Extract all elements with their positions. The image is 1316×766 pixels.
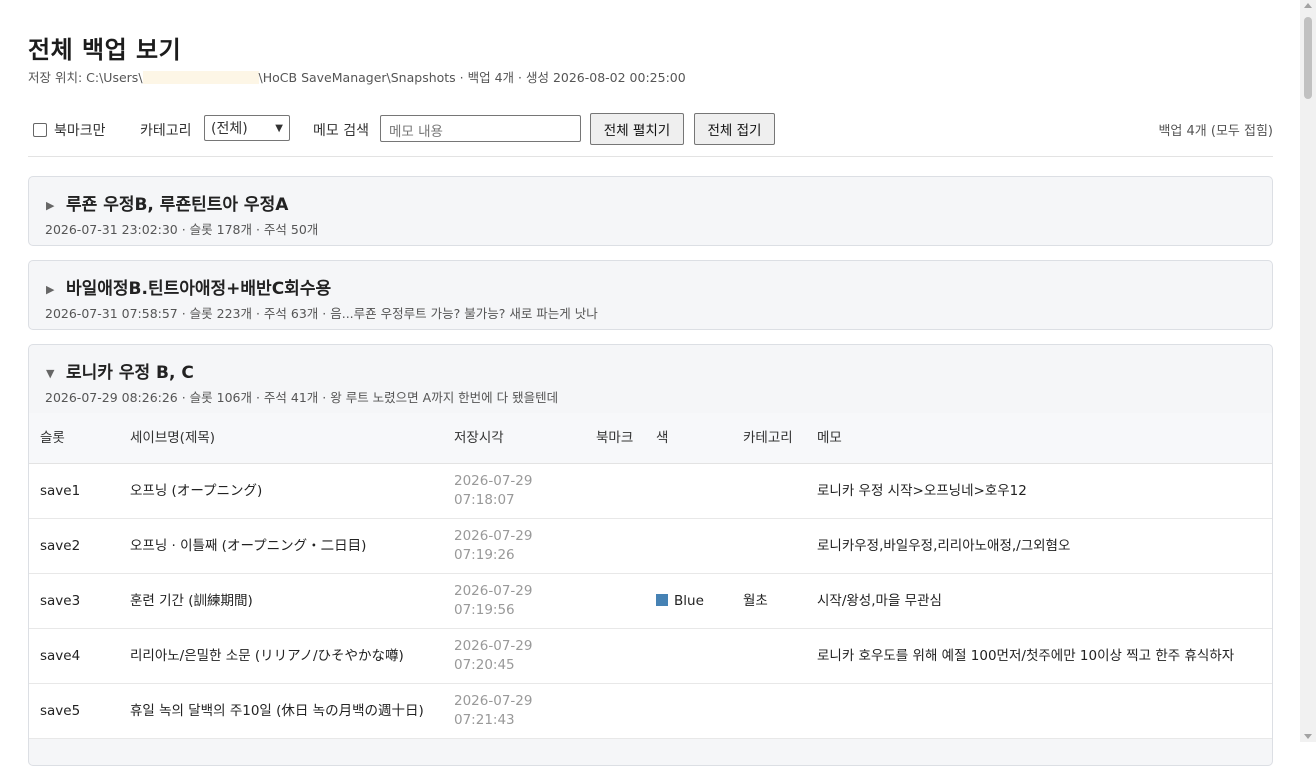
caret-down-icon: ▼ bbox=[46, 367, 55, 380]
color-cell: Blue bbox=[645, 573, 732, 629]
memo-cell: 시작/왕성,마을 무관심 bbox=[806, 573, 1272, 629]
color-swatch bbox=[656, 593, 668, 606]
bookmark-cell bbox=[585, 518, 645, 574]
backup-meta: 2026-07-31 23:02:30 · 슬롯 178개 · 주석 50개 bbox=[45, 222, 319, 237]
column-header-bookmark: 북마크 bbox=[585, 413, 645, 464]
backup-title: 바일애정B.틴트아애정+배반C회수용 bbox=[66, 279, 332, 299]
bookmark-cell bbox=[585, 683, 645, 739]
column-header-color: 색 bbox=[645, 413, 732, 464]
caret-right-icon: ▶ bbox=[46, 283, 55, 296]
saved-time-cell: 2026-07-29 07:19:56 bbox=[443, 573, 585, 629]
bookmark-only-label: 북마크만 bbox=[54, 123, 106, 139]
color-cell bbox=[645, 463, 732, 519]
category-cell: 월초 bbox=[732, 573, 806, 629]
save-name-cell: 리리아노/은밀한 소문 (リリアノ/ひそやかな噂) bbox=[119, 628, 443, 684]
backup-title: 로니카 우정 B, C bbox=[66, 363, 194, 383]
bookmark-cell bbox=[585, 628, 645, 684]
table-row: save2 오프닝 · 이틀째 (オープニング・二日目) 2026-07-29 … bbox=[29, 518, 1272, 574]
category-selected-value: (전체) bbox=[211, 121, 248, 137]
bookmark-only-toggle[interactable]: 북마크만 bbox=[28, 120, 106, 140]
category-cell bbox=[732, 518, 806, 574]
color-cell bbox=[645, 683, 732, 739]
backup-card: ▶ 루죤 우정B, 루죤틴트아 우정A 2026-07-31 23:02:30 … bbox=[28, 176, 1273, 246]
storage-path-suffix: \HoCB SaveManager\Snapshots · 백업 4개 · 생성… bbox=[258, 70, 686, 85]
save-name-cell: 오프닝 (オープニング) bbox=[119, 463, 443, 519]
backup-card: ▼ 로니카 우정 B, C 2026-07-29 08:26:26 · 슬롯 1… bbox=[28, 344, 1273, 766]
save-name-cell: 휴일 녹의 달백의 주10일 (休日 녹の月백の週十日) bbox=[119, 683, 443, 739]
table-header-row: 슬롯 세이브명(제목) 저장시각 북마크 색 카테고리 메모 bbox=[29, 413, 1272, 464]
backup-meta: 2026-07-29 08:26:26 · 슬롯 106개 · 주석 41개 ·… bbox=[45, 390, 559, 405]
table-row: save3 훈련 기간 (訓練期間) 2026-07-29 07:19:56 B… bbox=[29, 573, 1272, 629]
page-title: 전체 백업 보기 bbox=[28, 36, 182, 64]
expand-all-button[interactable]: 전체 펼치기 bbox=[590, 113, 684, 145]
bookmark-cell bbox=[585, 463, 645, 519]
scroll-up-arrow-icon[interactable] bbox=[1304, 3, 1312, 8]
save-name-cell: 오프닝 · 이틀째 (オープニング・二日目) bbox=[119, 518, 443, 574]
backup-card-header[interactable]: ▶ 루죤 우정B, 루죤틴트아 우정A 2026-07-31 23:02:30 … bbox=[29, 177, 1272, 245]
table-row: save4 리리아노/은밀한 소문 (リリアノ/ひそやかな噂) 2026-07-… bbox=[29, 628, 1272, 684]
category-select[interactable]: (전체) ▼ bbox=[204, 115, 290, 141]
chevron-down-icon: ▼ bbox=[275, 122, 283, 134]
category-label: 카테고리 bbox=[140, 123, 192, 139]
slot-cell: save1 bbox=[29, 463, 119, 519]
saved-time-cell: 2026-07-29 07:19:26 bbox=[443, 518, 585, 574]
redacted-username bbox=[142, 71, 259, 84]
backup-title: 루죤 우정B, 루죤틴트아 우정A bbox=[66, 195, 289, 215]
slot-cell: save3 bbox=[29, 573, 119, 629]
memo-cell: 로니카 호우도를 위해 예절 100먼저/첫주에만 10이상 찍고 한주 휴식하… bbox=[806, 628, 1272, 684]
column-header-save-name: 세이브명(제목) bbox=[119, 413, 443, 464]
scrollbar-thumb[interactable] bbox=[1304, 17, 1312, 99]
backup-card-header[interactable]: ▼ 로니카 우정 B, C 2026-07-29 08:26:26 · 슬롯 1… bbox=[29, 345, 1272, 413]
saved-time-cell: 2026-07-29 07:20:45 bbox=[443, 628, 585, 684]
category-cell bbox=[732, 463, 806, 519]
scroll-down-arrow-icon[interactable] bbox=[1304, 734, 1312, 739]
color-cell bbox=[645, 628, 732, 684]
memo-search-placeholder: 메모 내용 bbox=[389, 124, 443, 140]
category-cell bbox=[732, 683, 806, 739]
backup-card: ▶ 바일애정B.틴트아애정+배반C회수용 2026-07-31 07:58:57… bbox=[28, 260, 1273, 330]
saved-time-cell: 2026-07-29 07:18:07 bbox=[443, 463, 585, 519]
slots-table: 슬롯 세이브명(제목) 저장시각 북마크 색 카테고리 메모 save1 오프닝… bbox=[29, 413, 1272, 739]
slot-cell: save4 bbox=[29, 628, 119, 684]
memo-cell bbox=[806, 683, 1272, 739]
collapse-all-button[interactable]: 전체 접기 bbox=[694, 113, 775, 145]
table-row: save1 오프닝 (オープニング) 2026-07-29 07:18:07 로… bbox=[29, 463, 1272, 519]
column-header-slot: 슬롯 bbox=[29, 413, 119, 464]
table-row: save5 휴일 녹의 달백의 주10일 (休日 녹の月백の週十日) 2026-… bbox=[29, 683, 1272, 739]
memo-search-input[interactable]: 메모 내용 bbox=[380, 115, 581, 142]
color-cell bbox=[645, 518, 732, 574]
memo-cell: 로니카 우정 시작>오프닝네>호우12 bbox=[806, 463, 1272, 519]
caret-right-icon: ▶ bbox=[46, 199, 55, 212]
backup-count-status: 백업 4개 (모두 접힘) bbox=[1158, 124, 1273, 139]
memo-search-label: 메모 검색 bbox=[313, 123, 369, 139]
save-name-cell: 훈련 기간 (訓練期間) bbox=[119, 573, 443, 629]
color-label: Blue bbox=[674, 592, 704, 609]
storage-path-prefix: 저장 위치: C:\Users\ bbox=[28, 70, 143, 85]
backup-meta: 2026-07-31 07:58:57 · 슬롯 223개 · 주석 63개 ·… bbox=[45, 306, 598, 321]
column-header-memo: 메모 bbox=[806, 413, 1272, 464]
slot-cell: save5 bbox=[29, 683, 119, 739]
category-cell bbox=[732, 628, 806, 684]
bookmark-cell bbox=[585, 573, 645, 629]
column-header-category: 카테고리 bbox=[732, 413, 806, 464]
memo-cell: 로니카우정,바일우정,리리아노애정,/그외혐오 bbox=[806, 518, 1272, 574]
backup-card-header[interactable]: ▶ 바일애정B.틴트아애정+배반C회수용 2026-07-31 07:58:57… bbox=[29, 261, 1272, 329]
column-header-saved-time: 저장시각 bbox=[443, 413, 585, 464]
toolbar: 북마크만 카테고리 (전체) ▼ 메모 검색 메모 내용 전체 펼치기 전체 접… bbox=[28, 112, 1273, 146]
slot-cell: save2 bbox=[29, 518, 119, 574]
bookmark-only-checkbox[interactable] bbox=[33, 123, 47, 137]
vertical-scrollbar[interactable] bbox=[1300, 0, 1316, 742]
page-subtitle: 저장 위치: C:\Users\ \HoCB SaveManager\Snapsh… bbox=[28, 67, 686, 86]
saved-time-cell: 2026-07-29 07:21:43 bbox=[443, 683, 585, 739]
toolbar-divider bbox=[28, 156, 1273, 157]
